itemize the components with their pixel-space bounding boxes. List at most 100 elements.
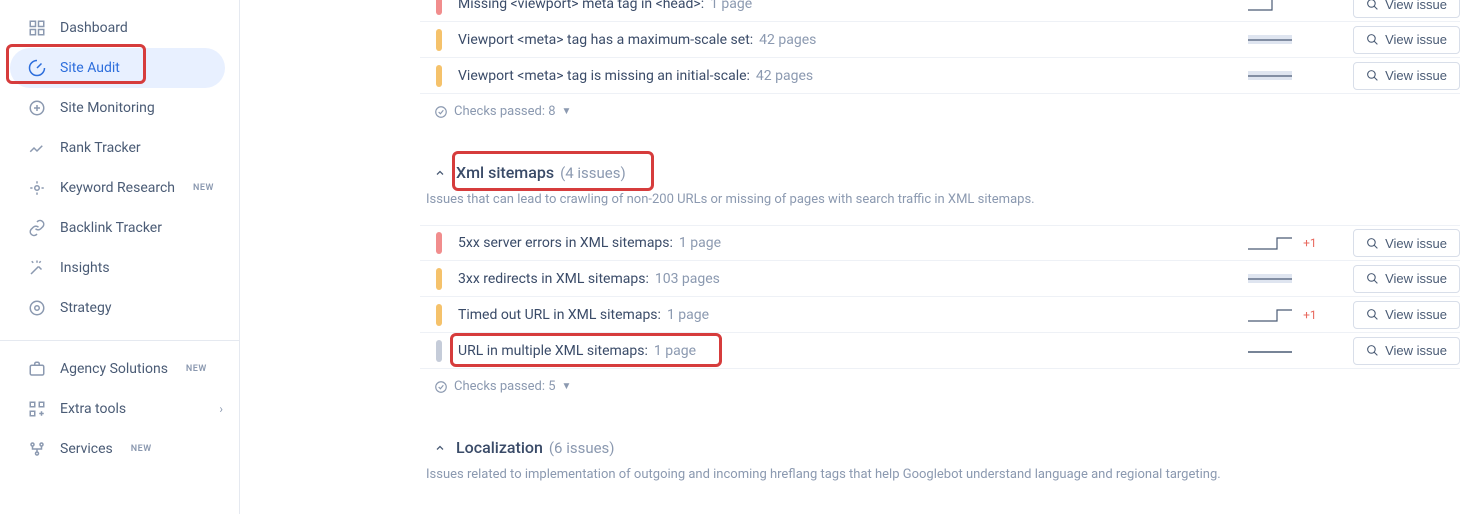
- sidebar-item-strategy[interactable]: Strategy: [0, 288, 239, 328]
- issue-row[interactable]: URL in multiple XML sitemaps: 1 page Vie…: [420, 333, 1460, 369]
- sparkline: [1247, 31, 1293, 49]
- issue-count: 103 pages: [655, 271, 720, 287]
- target-icon: [28, 299, 46, 317]
- sparkline: [1247, 67, 1293, 85]
- services-icon: [28, 440, 46, 458]
- button-label: View issue: [1385, 32, 1447, 47]
- issue-row[interactable]: Timed out URL in XML sitemaps: 1 page +1…: [420, 297, 1460, 333]
- severity-indicator: [436, 29, 442, 51]
- severity-indicator: [436, 232, 442, 254]
- sidebar-item-label: Keyword Research: [60, 180, 175, 196]
- search-icon: [1366, 308, 1379, 321]
- section-count: (6 issues): [549, 439, 615, 457]
- chevron-up-icon: [434, 442, 446, 454]
- search-icon: [1366, 344, 1379, 357]
- section-desc: Issues related to implementation of outg…: [426, 467, 1480, 482]
- check-circle-icon: [434, 380, 448, 394]
- section-header-localization[interactable]: Localization (6 issues): [434, 438, 1480, 457]
- issue-count: 1 page: [679, 235, 721, 251]
- view-issue-button[interactable]: View issue: [1353, 301, 1460, 329]
- checks-text: Checks passed: 8: [454, 104, 556, 119]
- severity-indicator: [436, 340, 442, 362]
- sidebar-item-label: Services: [60, 441, 113, 457]
- sidebar-item-label: Extra tools: [60, 401, 126, 417]
- checks-passed[interactable]: Checks passed: 5 ▼: [434, 369, 1480, 404]
- link-icon: [28, 219, 46, 237]
- sidebar-item-label: Strategy: [60, 300, 111, 316]
- section-title: Localization: [456, 438, 543, 457]
- section-desc: Issues that can lead to crawling of non-…: [426, 192, 1480, 207]
- divider: [0, 340, 239, 341]
- delta: +1: [1303, 236, 1327, 250]
- issue-count: 1 page: [654, 343, 696, 359]
- sparkline: [1247, 306, 1293, 324]
- issue-title: Timed out URL in XML sitemaps:: [458, 307, 661, 323]
- magic-icon: [28, 259, 46, 277]
- button-label: View issue: [1385, 343, 1447, 358]
- issue-row[interactable]: 5xx server errors in XML sitemaps: 1 pag…: [420, 225, 1460, 261]
- sidebar-item-site-audit[interactable]: Site Audit: [10, 48, 225, 88]
- delta: +1: [1303, 308, 1327, 322]
- sidebar-item-backlink-tracker[interactable]: Backlink Tracker: [0, 208, 239, 248]
- issue-row[interactable]: Missing <viewport> meta tag in <head>: 1…: [420, 0, 1460, 22]
- grid-plus-icon: [28, 400, 46, 418]
- chevron-right-icon: ›: [219, 402, 223, 416]
- issue-title: 3xx redirects in XML sitemaps:: [458, 271, 649, 287]
- sparkline: [1247, 0, 1293, 13]
- issue-row[interactable]: Viewport <meta> tag has a maximum-scale …: [420, 22, 1460, 58]
- new-badge: NEW: [131, 444, 152, 454]
- severity-indicator: [436, 65, 442, 87]
- view-issue-button[interactable]: View issue: [1353, 0, 1460, 18]
- sidebar-item-label: Site Audit: [60, 60, 120, 76]
- issue-title: Viewport <meta> tag has a maximum-scale …: [458, 32, 753, 48]
- checks-passed[interactable]: Checks passed: 8 ▼: [434, 94, 1480, 129]
- issue-count: 42 pages: [759, 32, 816, 48]
- new-badge: NEW: [193, 183, 214, 193]
- sidebar-item-insights[interactable]: Insights: [0, 248, 239, 288]
- issue-row[interactable]: Viewport <meta> tag is missing an initia…: [420, 58, 1460, 94]
- briefcase-icon: [28, 360, 46, 378]
- button-label: View issue: [1385, 0, 1447, 12]
- issue-title: Viewport <meta> tag is missing an initia…: [458, 68, 750, 84]
- sidebar-item-rank-tracker[interactable]: Rank Tracker: [0, 128, 239, 168]
- button-label: View issue: [1385, 236, 1447, 251]
- issue-title: URL in multiple XML sitemaps:: [458, 343, 648, 359]
- view-issue-button[interactable]: View issue: [1353, 26, 1460, 54]
- sidebar-item-label: Site Monitoring: [60, 100, 155, 116]
- severity-indicator: [436, 268, 442, 290]
- sparkline: [1247, 342, 1293, 360]
- keyword-icon: [28, 179, 46, 197]
- rank-icon: [28, 139, 46, 157]
- sidebar-item-dashboard[interactable]: Dashboard: [0, 8, 239, 48]
- sidebar-item-extra-tools[interactable]: Extra tools ›: [0, 389, 239, 429]
- button-label: View issue: [1385, 271, 1447, 286]
- search-icon: [1366, 237, 1379, 250]
- sidebar-item-label: Insights: [60, 260, 110, 276]
- sidebar-item-label: Rank Tracker: [60, 140, 141, 156]
- view-issue-button[interactable]: View issue: [1353, 337, 1460, 365]
- sidebar-item-label: Dashboard: [60, 20, 128, 36]
- issue-count: 42 pages: [756, 68, 813, 84]
- button-label: View issue: [1385, 307, 1447, 322]
- button-label: View issue: [1385, 68, 1447, 83]
- sidebar-item-agency-solutions[interactable]: Agency Solutions NEW: [0, 349, 239, 389]
- sidebar-item-site-monitoring[interactable]: Site Monitoring: [0, 88, 239, 128]
- sparkline: [1247, 234, 1293, 252]
- sidebar: Dashboard Site Audit Site Monitoring Ran…: [0, 0, 240, 514]
- search-icon: [1366, 272, 1379, 285]
- view-issue-button[interactable]: View issue: [1353, 265, 1460, 293]
- severity-indicator: [436, 0, 442, 15]
- section-count: (4 issues): [560, 164, 626, 182]
- sidebar-item-services[interactable]: Services NEW: [0, 429, 239, 469]
- new-badge: NEW: [186, 364, 207, 374]
- search-icon: [1366, 0, 1379, 11]
- view-issue-button[interactable]: View issue: [1353, 229, 1460, 257]
- sidebar-item-keyword-research[interactable]: Keyword Research NEW: [0, 168, 239, 208]
- section-header-xml[interactable]: Xml sitemaps (4 issues): [434, 163, 1480, 182]
- main-content: Missing <viewport> meta tag in <head>: 1…: [240, 0, 1480, 514]
- section-title: Xml sitemaps: [456, 163, 554, 182]
- chevron-up-icon: [434, 167, 446, 179]
- issue-row[interactable]: 3xx redirects in XML sitemaps: 103 pages…: [420, 261, 1460, 297]
- monitoring-icon: [28, 99, 46, 117]
- view-issue-button[interactable]: View issue: [1353, 62, 1460, 90]
